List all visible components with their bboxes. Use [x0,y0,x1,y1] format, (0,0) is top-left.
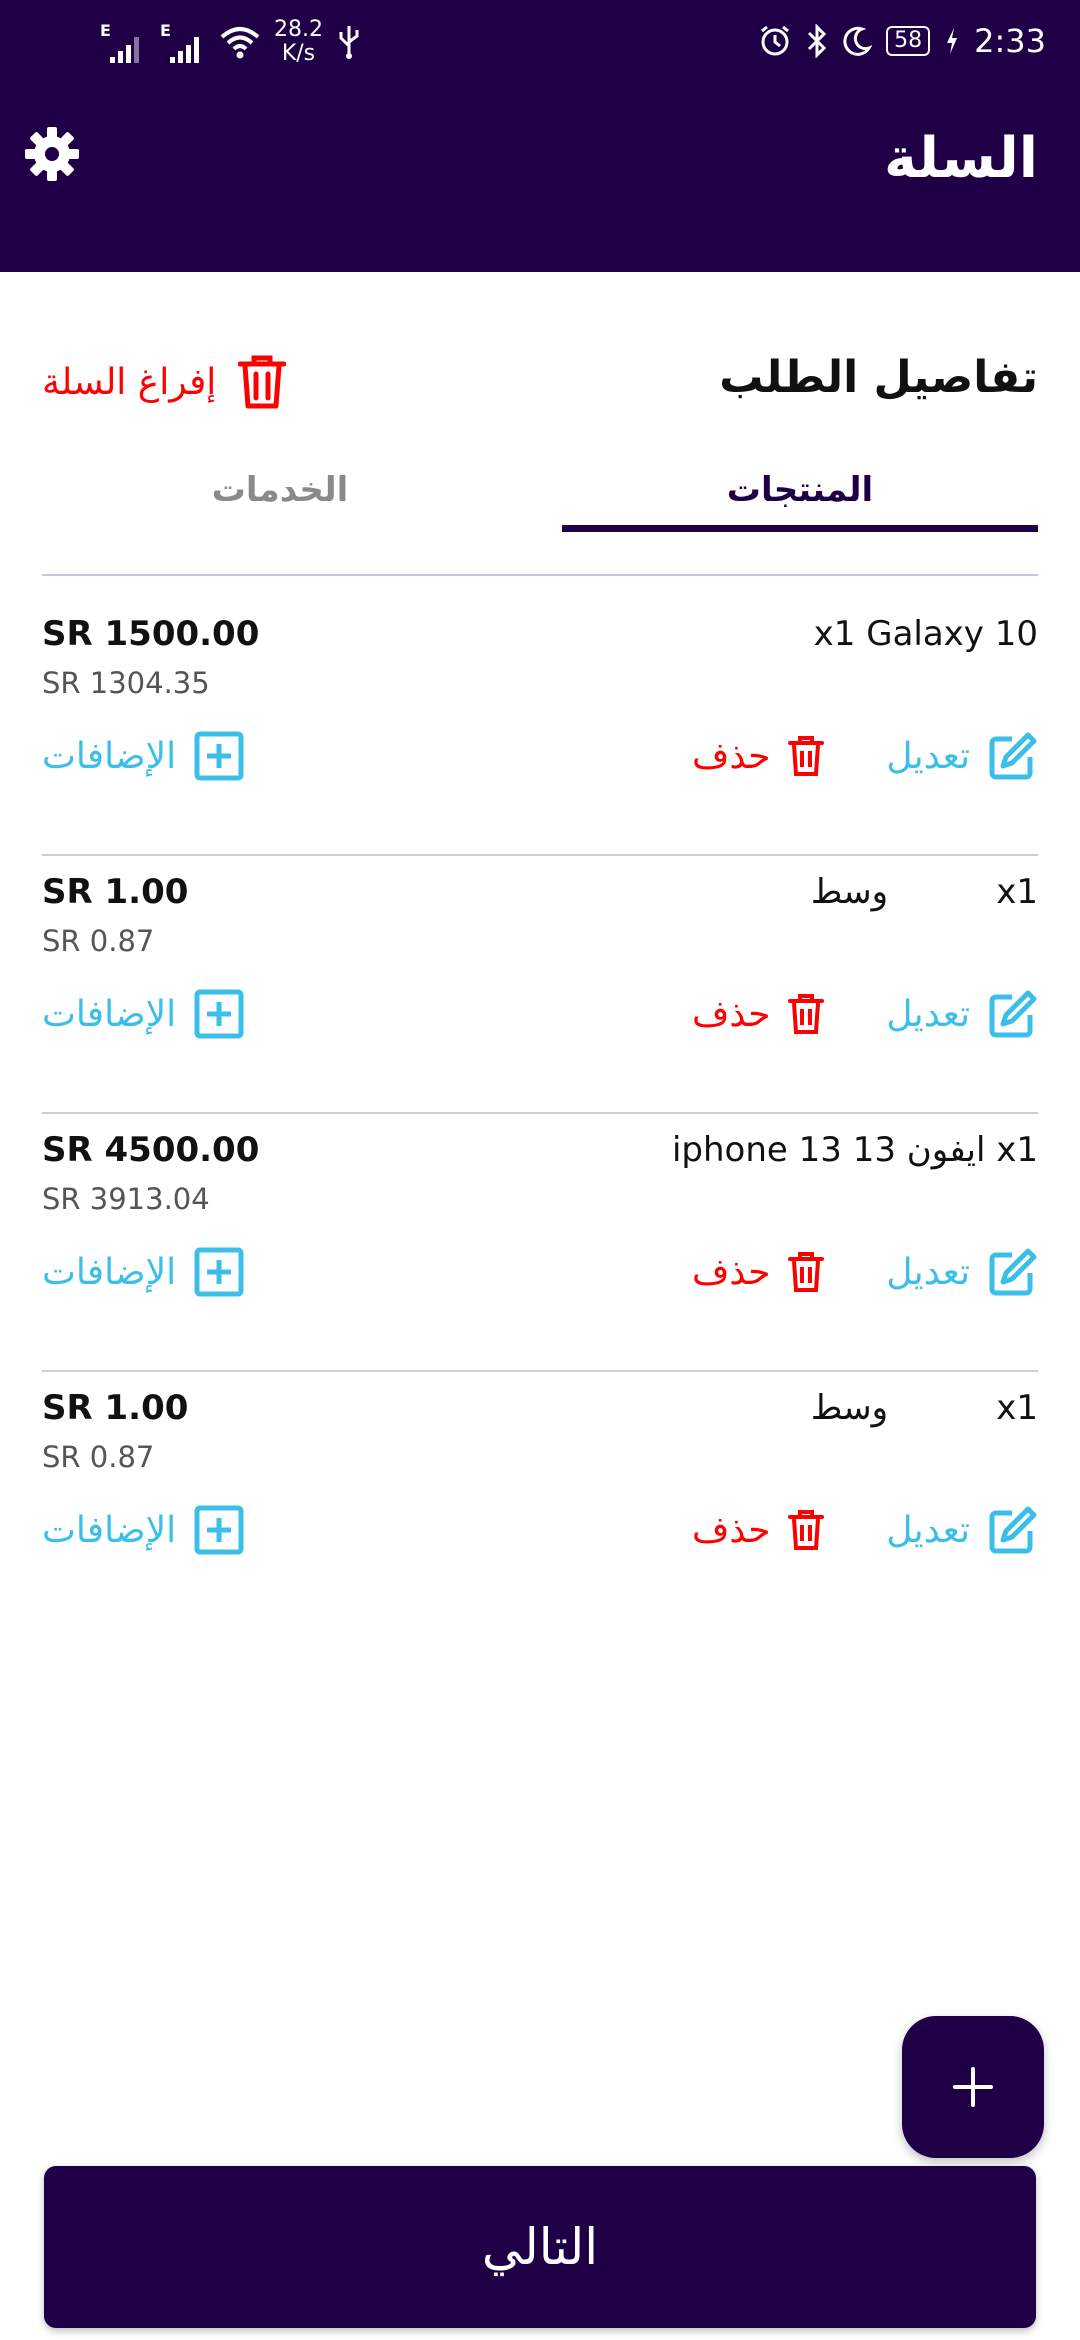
delete-label: حذف [692,993,771,1035]
clock: 2:33 [974,22,1046,60]
app-bar: السلة [0,86,1080,272]
delete-label: حذف [692,1509,771,1551]
trash-icon [788,1510,825,1550]
plus-square-icon [194,731,244,781]
delete-button[interactable]: حذف [692,1242,825,1302]
item-price-before-tax: SR 0.87 [42,924,155,958]
order-details-title: تفاصيل الطلب [719,352,1038,403]
addons-button[interactable]: الإضافات [42,726,244,786]
addons-button[interactable]: الإضافات [42,984,244,1044]
empty-cart-button[interactable]: إفراغ السلة [42,352,287,412]
edit-button[interactable]: تعديل [886,726,1038,786]
item-price-before-tax: SR 0.87 [42,1440,155,1474]
tab-services[interactable]: الخدمات [42,460,518,532]
addons-label: الإضافات [42,1251,177,1293]
tab-bar: المنتجات الخدمات [42,460,1038,576]
item-quantity: x1 [996,1388,1038,1428]
charging-icon [947,28,958,54]
edit-icon [989,732,1037,780]
delete-button[interactable]: حذف [692,984,825,1044]
trash-icon [788,994,825,1034]
item-actions: تعديل حذف الإضافات [42,1500,1038,1560]
edit-label: تعديل [886,1251,970,1293]
empty-cart-label: إفراغ السلة [42,361,217,403]
trash-icon [238,355,287,409]
edit-icon [989,1248,1037,1296]
plus-square-icon [194,1505,244,1555]
item-actions: تعديل حذف الإضافات [42,1242,1038,1302]
trash-icon [788,736,825,776]
status-left: E E 28.2 K/s [100,18,361,66]
gear-icon[interactable] [24,126,80,182]
addons-label: الإضافات [42,735,177,777]
item-price: SR 1.00 [42,872,189,912]
delete-button[interactable]: حذف [692,1500,825,1560]
cart-item: x1 وسط SR 1.00 SR 0.87 تعديل حذف الإضافا… [42,1372,1038,1630]
trash-icon [788,1252,825,1292]
next-button[interactable]: التالي [44,2166,1036,2328]
edit-label: تعديل [886,993,970,1035]
edit-button[interactable]: تعديل [886,1500,1038,1560]
edit-button[interactable]: تعديل [886,1242,1038,1302]
next-button-label: التالي [481,2218,599,2276]
add-item-button[interactable] [902,2016,1044,2158]
item-price: SR 1.00 [42,1388,189,1428]
item-name: iphone 13 13 ايفون x1 [671,1130,1038,1170]
edit-label: تعديل [886,1509,970,1551]
speed-value: 28.2 [274,17,323,42]
signal-icon: E [100,21,146,63]
signal-icon: E [160,21,206,63]
cart-item: x1 وسط SR 1.00 SR 0.87 تعديل حذف الإضافا… [42,856,1038,1114]
delete-label: حذف [692,735,771,777]
delete-button[interactable]: حذف [692,726,825,786]
cart-item: iphone 13 13 ايفون x1 SR 4500.00 SR 3913… [42,1114,1038,1372]
item-price-before-tax: SR 1304.35 [42,666,210,700]
item-actions: تعديل حذف الإضافات [42,984,1038,1044]
item-price-before-tax: SR 3913.04 [42,1182,210,1216]
addons-label: الإضافات [42,993,177,1035]
moon-icon [843,26,873,56]
addons-button[interactable]: الإضافات [42,1500,244,1560]
tab-products[interactable]: المنتجات [562,460,1038,532]
status-bar: E E 28.2 K/s 58 2:33 [0,0,1080,86]
edit-button[interactable]: تعديل [886,984,1038,1044]
edit-icon [989,990,1037,1038]
item-quantity: x1 [996,872,1038,912]
item-name: x1 Galaxy 10 [813,614,1038,654]
edit-icon [989,1506,1037,1554]
item-variant: وسط [810,1388,888,1428]
wifi-icon [220,27,260,59]
network-speed: 28.2 K/s [274,18,323,66]
plus-square-icon [194,989,244,1039]
bluetooth-icon [808,24,827,58]
item-price: SR 4500.00 [42,1130,260,1170]
page-title: السلة [883,126,1038,191]
cart-item: x1 Galaxy 10 SR 1500.00 SR 1304.35 تعديل… [42,598,1038,856]
item-price: SR 1500.00 [42,614,260,654]
item-variant: وسط [810,872,888,912]
battery-indicator: 58 [886,26,931,56]
alarm-icon [761,25,790,56]
plus-icon [953,2067,993,2107]
plus-square-icon [194,1247,244,1297]
addons-button[interactable]: الإضافات [42,1242,244,1302]
delete-label: حذف [692,1251,771,1293]
speed-unit: K/s [281,41,316,66]
usb-icon [339,26,359,59]
item-actions: تعديل حذف الإضافات [42,726,1038,786]
edit-label: تعديل [886,735,970,777]
status-right: 58 2:33 [758,22,1046,60]
addons-label: الإضافات [42,1509,177,1551]
